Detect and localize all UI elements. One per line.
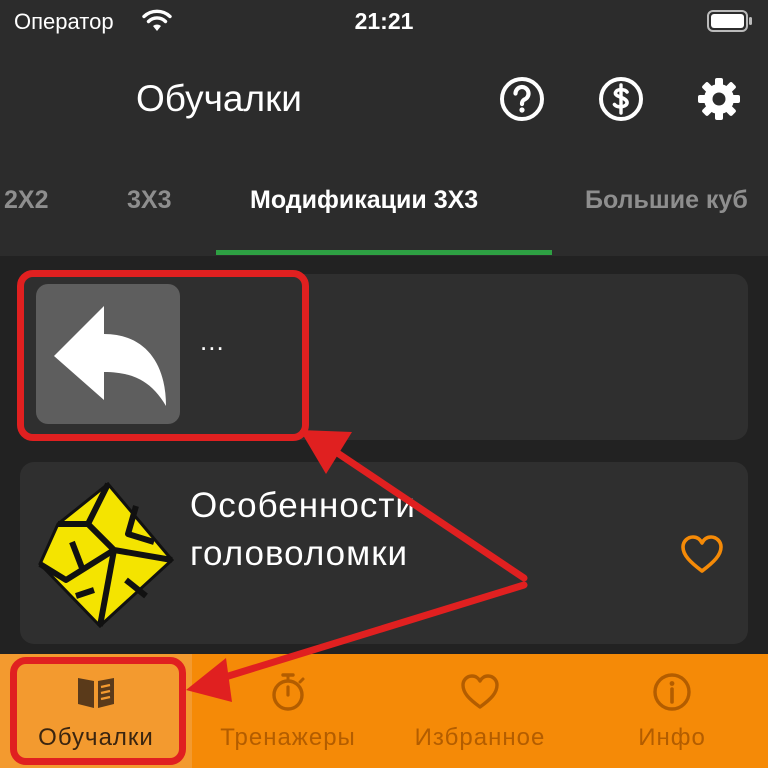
- tab-3x3[interactable]: 3X3: [127, 186, 171, 215]
- battery-icon: [707, 10, 752, 32]
- category-tabs: 2X2 3X3 Модификации 3X3 Большие куб: [0, 156, 768, 256]
- tab-3x3-modifications[interactable]: Модификации 3X3: [250, 186, 478, 215]
- stopwatch-icon: [272, 673, 305, 711]
- nav-info[interactable]: Инфо: [576, 654, 768, 768]
- status-bar: Оператор 21:21: [0, 0, 768, 44]
- settings-button[interactable]: [694, 74, 744, 124]
- status-time: 21:21: [354, 8, 414, 34]
- tab-2x2[interactable]: 2X2: [4, 186, 48, 215]
- nav-favorites[interactable]: Избранное: [384, 654, 576, 768]
- active-tab-indicator: [216, 250, 552, 255]
- mirror-cube-icon: [38, 481, 175, 628]
- annotation-highlight-nav-learning: [10, 657, 186, 765]
- help-icon: [500, 77, 544, 121]
- page-title: Обучалки: [136, 78, 302, 119]
- favorite-heart-icon[interactable]: [680, 534, 724, 574]
- heart-icon: [461, 674, 499, 709]
- app-header: Обучалки: [0, 44, 768, 156]
- card-title: Особенности головоломки: [190, 486, 416, 573]
- nav-label: Инфо: [638, 724, 706, 751]
- info-icon: [653, 673, 691, 711]
- nav-trainers[interactable]: Тренажеры: [192, 654, 384, 768]
- annotation-highlight-back-card: [17, 270, 309, 441]
- gear-icon: [698, 78, 740, 120]
- donate-button[interactable]: [596, 74, 646, 124]
- help-button[interactable]: [497, 74, 547, 124]
- puzzle-features-card[interactable]: Особенности головоломки: [20, 462, 748, 644]
- dollar-icon: [599, 77, 643, 121]
- nav-label: Избранное: [414, 724, 546, 751]
- tab-big-cubes[interactable]: Большие куб: [585, 186, 748, 215]
- nav-label: Тренажеры: [220, 724, 356, 751]
